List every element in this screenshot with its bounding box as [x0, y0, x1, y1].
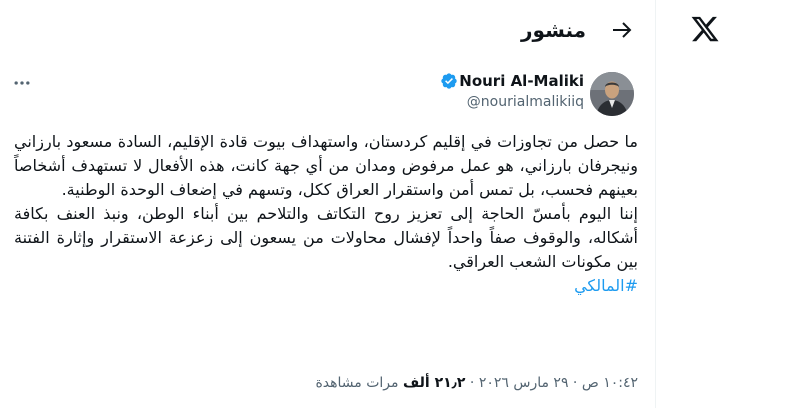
- views-label: مرات مشاهدة: [315, 375, 399, 391]
- page-title: منشور: [521, 18, 586, 42]
- post-paragraph: ما حصل من تجاوزات في إقليم كردستان، واست…: [14, 132, 638, 199]
- post-timestamp[interactable]: ١٠:٤٢ ص · ٢٩ مارس ٢٠٢٦: [479, 375, 638, 391]
- verified-badge-icon: [440, 72, 458, 90]
- sidebar: [655, 0, 787, 408]
- author-handle[interactable]: @nourialmalikiiq: [440, 92, 584, 112]
- post-metadata: ١٠:٤٢ ص · ٢٩ مارس ٢٠٢٦ · ٢١٫٢ ألف مرات م…: [14, 372, 638, 394]
- x-logo-icon[interactable]: [690, 14, 720, 44]
- meta-separator: ·: [465, 375, 475, 391]
- post-paragraph: إننا اليوم بأمسّ الحاجة إلى تعزيز روح ال…: [14, 204, 638, 271]
- hashtag-link[interactable]: #المالكي: [574, 276, 638, 295]
- more-options-icon[interactable]: [12, 73, 32, 93]
- author-display-name[interactable]: Nouri Al-Maliki: [458, 70, 584, 92]
- arrow-right-icon[interactable]: [610, 18, 634, 42]
- avatar[interactable]: [590, 72, 634, 116]
- main-column: منشور Nouri Al-Maliki @nourialmalikiiq م…: [0, 0, 655, 408]
- views-count: ٢١٫٢ ألف: [402, 375, 466, 391]
- post-text: ما حصل من تجاوزات في إقليم كردستان، واست…: [14, 130, 638, 298]
